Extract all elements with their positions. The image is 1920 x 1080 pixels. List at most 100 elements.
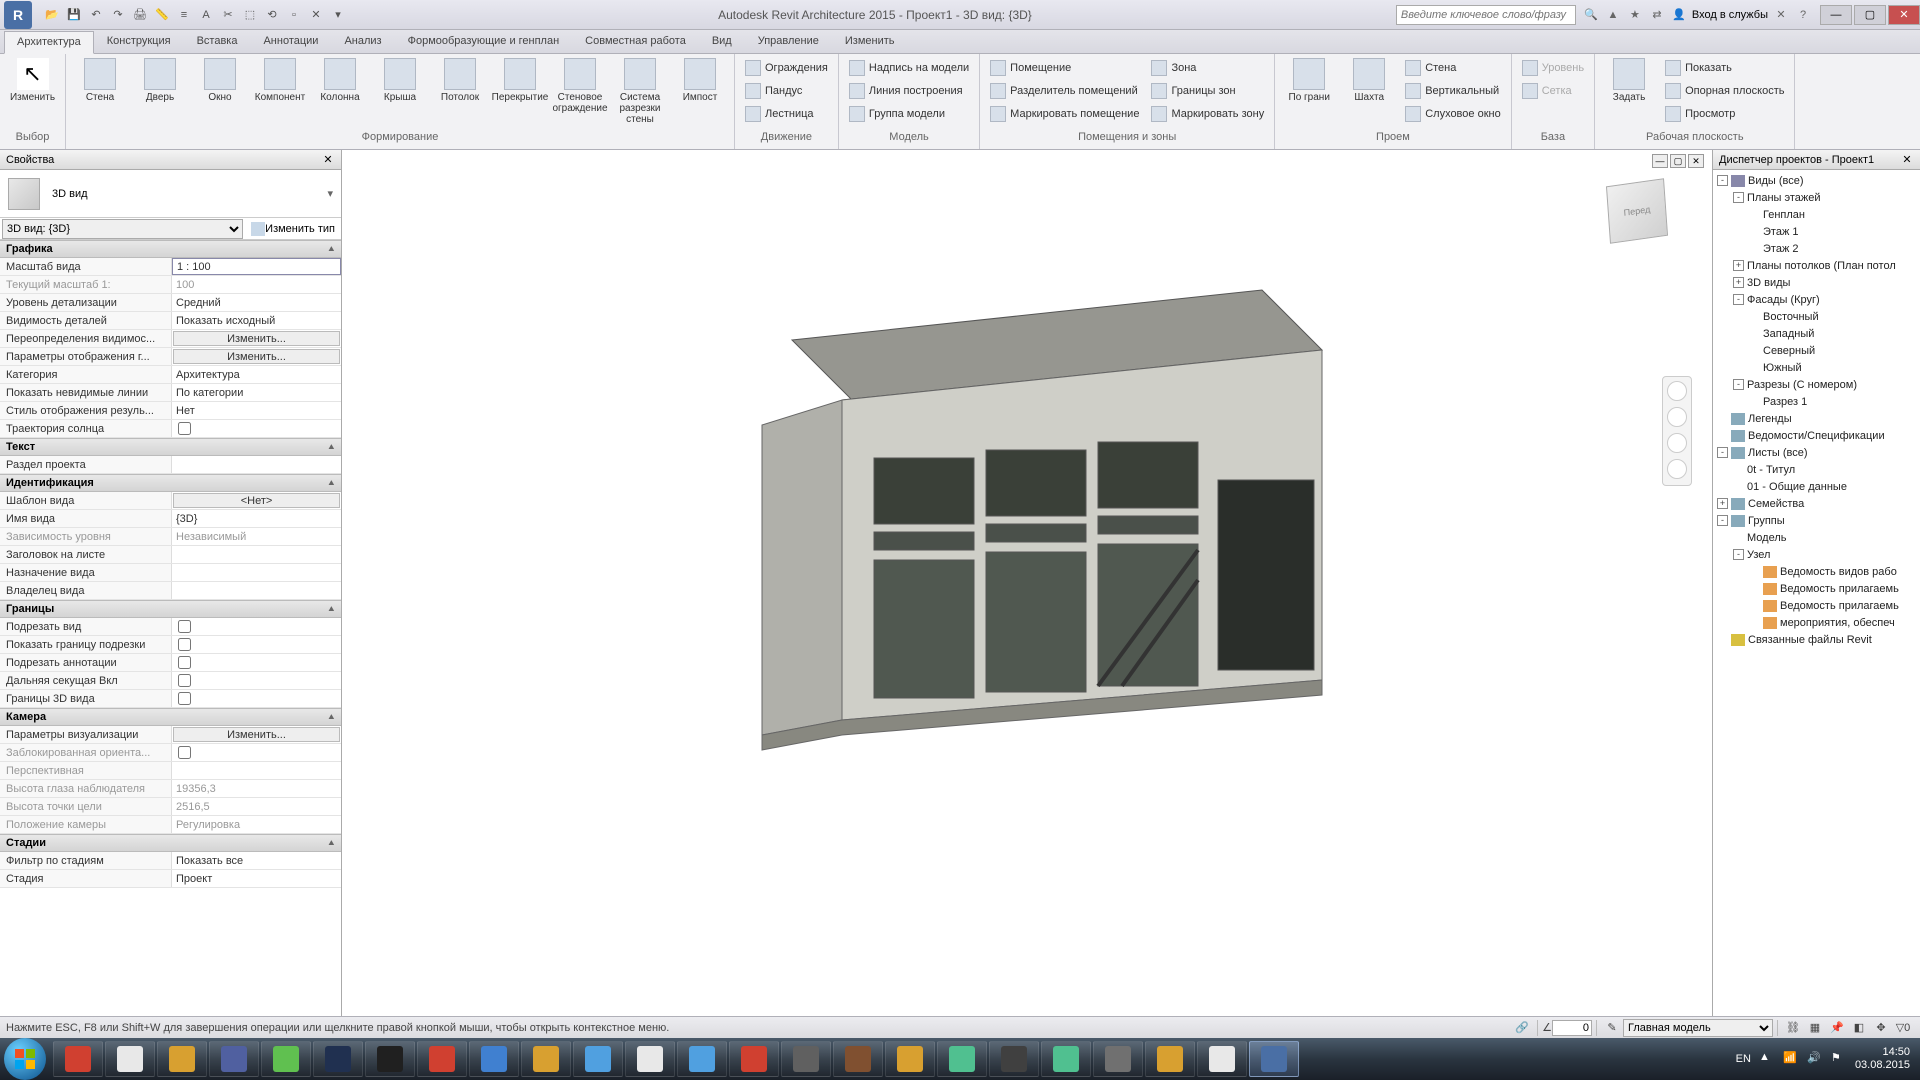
- taskbar-app-button[interactable]: [989, 1041, 1039, 1077]
- tree-item[interactable]: Ведомость видов рабо: [1713, 563, 1920, 580]
- qat-section-icon[interactable]: ✂: [218, 5, 238, 25]
- taskbar-app-button[interactable]: [885, 1041, 935, 1077]
- tree-item[interactable]: Легенды: [1713, 410, 1920, 427]
- ribbon-small-button[interactable]: Просмотр: [1661, 103, 1788, 125]
- property-category[interactable]: Границы⯅: [0, 600, 341, 618]
- property-value[interactable]: Независимый: [172, 528, 341, 545]
- user-icon[interactable]: 👤: [1670, 6, 1688, 24]
- ribbon-button[interactable]: Импост: [672, 56, 728, 105]
- ribbon-tab[interactable]: Вставка: [184, 30, 251, 53]
- property-category[interactable]: Идентификация⯅: [0, 474, 341, 492]
- ribbon-small-button[interactable]: Группа модели: [845, 103, 973, 125]
- property-value[interactable]: Изменить...: [173, 727, 340, 742]
- property-checkbox[interactable]: [178, 422, 191, 435]
- tree-expander-icon[interactable]: -: [1733, 379, 1744, 390]
- property-value[interactable]: 19356,3: [172, 780, 341, 797]
- qat-measure-icon[interactable]: 📏: [152, 5, 172, 25]
- zoom-icon[interactable]: [1667, 433, 1687, 453]
- ribbon-tab[interactable]: Формообразующие и генплан: [395, 30, 573, 53]
- signin-label[interactable]: Вход в службы: [1692, 9, 1768, 21]
- infocenter-icon[interactable]: 🔍: [1582, 6, 1600, 24]
- qat-switch-icon[interactable]: ▫: [284, 5, 304, 25]
- steering-wheel-icon[interactable]: [1667, 381, 1687, 401]
- ribbon-tab[interactable]: Вид: [699, 30, 745, 53]
- by-face-button[interactable]: По грани: [1281, 56, 1337, 105]
- property-value[interactable]: Архитектура: [172, 366, 341, 383]
- browser-close-icon[interactable]: ✕: [1900, 153, 1914, 166]
- tree-expander-icon[interactable]: -: [1733, 192, 1744, 203]
- qat-dropdown-icon[interactable]: ▾: [328, 5, 348, 25]
- maximize-button[interactable]: ▢: [1854, 5, 1886, 25]
- ribbon-button[interactable]: Окно: [192, 56, 248, 105]
- property-value[interactable]: [172, 546, 341, 563]
- ribbon-small-button[interactable]: Стена: [1401, 57, 1505, 79]
- ribbon-tab[interactable]: Анализ: [331, 30, 394, 53]
- tree-item[interactable]: Этаж 1: [1713, 223, 1920, 240]
- taskbar-app-button[interactable]: [1145, 1041, 1195, 1077]
- ribbon-button[interactable]: Колонна: [312, 56, 368, 105]
- ribbon-button[interactable]: Стеновое ограждение: [552, 56, 608, 116]
- orbit-icon[interactable]: [1667, 459, 1687, 479]
- property-value[interactable]: 100: [172, 276, 341, 293]
- tree-item[interactable]: Генплан: [1713, 206, 1920, 223]
- ribbon-tab[interactable]: Конструкция: [94, 30, 184, 53]
- qat-align-icon[interactable]: ≡: [174, 5, 194, 25]
- property-value[interactable]: {3D}: [172, 510, 341, 527]
- property-value[interactable]: 2516,5: [172, 798, 341, 815]
- view-close-icon[interactable]: ✕: [1688, 154, 1704, 168]
- property-value[interactable]: [172, 456, 341, 473]
- property-value[interactable]: Регулировка: [172, 816, 341, 833]
- taskbar-app-button[interactable]: [157, 1041, 207, 1077]
- tree-item[interactable]: -Фасады (Круг): [1713, 291, 1920, 308]
- taskbar-app-button[interactable]: [313, 1041, 363, 1077]
- subscription-icon[interactable]: ▲: [1604, 6, 1622, 24]
- edit-type-button[interactable]: Изменить тип: [245, 219, 341, 239]
- minimize-button[interactable]: —: [1820, 5, 1852, 25]
- ribbon-button[interactable]: Перекрытие: [492, 56, 548, 105]
- property-value[interactable]: 1 : 100: [172, 258, 341, 275]
- taskbar-app-button[interactable]: [53, 1041, 103, 1077]
- pan-icon[interactable]: [1667, 407, 1687, 427]
- ribbon-small-button[interactable]: Помещение: [986, 57, 1143, 79]
- tray-network-icon[interactable]: 📶: [1783, 1051, 1799, 1067]
- shaft-button[interactable]: Шахта: [1341, 56, 1397, 105]
- taskbar-clock[interactable]: 14:50 03.08.2015: [1855, 1046, 1910, 1072]
- qat-save-icon[interactable]: 💾: [64, 5, 84, 25]
- ribbon-small-button[interactable]: Лестница: [741, 103, 832, 125]
- ribbon-tab[interactable]: Изменить: [832, 30, 908, 53]
- tree-item[interactable]: -Разрезы (С номером): [1713, 376, 1920, 393]
- view-cube-face[interactable]: Перед: [1606, 178, 1668, 244]
- property-value[interactable]: [172, 744, 341, 761]
- ribbon-small-button[interactable]: Разделитель помещений: [986, 80, 1143, 102]
- tree-item[interactable]: Восточный: [1713, 308, 1920, 325]
- ribbon-small-button[interactable]: Сетка: [1518, 80, 1588, 102]
- qat-3d-icon[interactable]: ⬚: [240, 5, 260, 25]
- tree-item[interactable]: +3D виды: [1713, 274, 1920, 291]
- qat-sync-icon[interactable]: ⟲: [262, 5, 282, 25]
- property-checkbox[interactable]: [178, 638, 191, 651]
- ribbon-button[interactable]: Потолок: [432, 56, 488, 105]
- taskbar-app-button[interactable]: [573, 1041, 623, 1077]
- taskbar-app-button[interactable]: [105, 1041, 155, 1077]
- ribbon-small-button[interactable]: Показать: [1661, 57, 1788, 79]
- qat-undo-icon[interactable]: ↶: [86, 5, 106, 25]
- property-value[interactable]: [172, 636, 341, 653]
- ribbon-tab[interactable]: Аннотации: [250, 30, 331, 53]
- property-value[interactable]: [172, 690, 341, 707]
- ribbon-small-button[interactable]: Уровень: [1518, 57, 1588, 79]
- tree-item[interactable]: -Группы: [1713, 512, 1920, 529]
- taskbar-app-button[interactable]: [625, 1041, 675, 1077]
- tray-volume-icon[interactable]: 🔊: [1807, 1051, 1823, 1067]
- ribbon-tab[interactable]: Архитектура: [4, 31, 94, 54]
- tree-item[interactable]: Южный: [1713, 359, 1920, 376]
- property-value[interactable]: [172, 654, 341, 671]
- taskbar-app-button[interactable]: [833, 1041, 883, 1077]
- qat-print-icon[interactable]: 🖨: [130, 5, 150, 25]
- tray-action-icon[interactable]: ⚑: [1831, 1051, 1847, 1067]
- taskbar-app-button[interactable]: [677, 1041, 727, 1077]
- property-checkbox[interactable]: [178, 620, 191, 633]
- tree-item[interactable]: Ведомость прилагаемь: [1713, 597, 1920, 614]
- tray-flag-icon[interactable]: ▲: [1759, 1051, 1775, 1067]
- property-value[interactable]: Изменить...: [173, 331, 340, 346]
- select-links-icon[interactable]: ⛓: [1784, 1019, 1802, 1037]
